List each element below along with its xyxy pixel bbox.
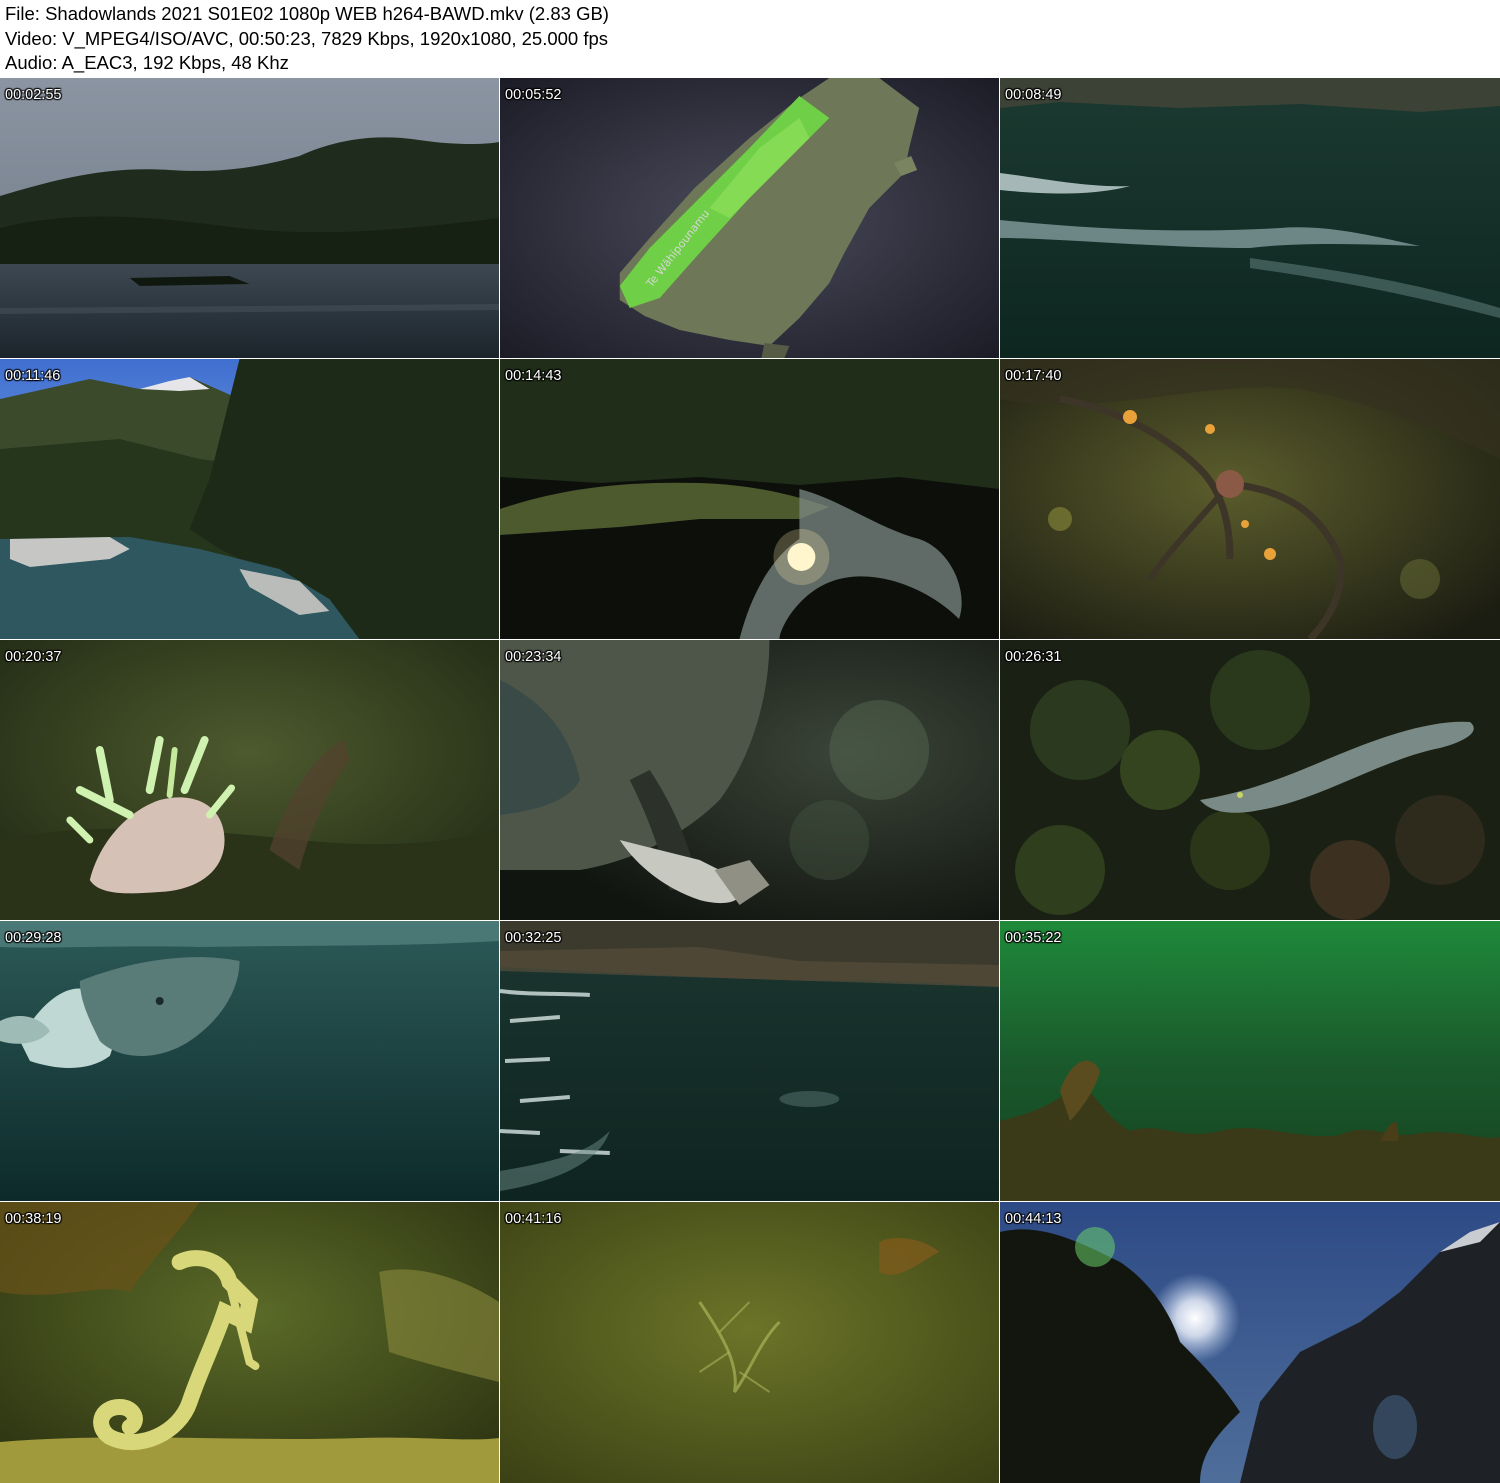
- scene-fiord-image: [0, 78, 499, 358]
- thumbnail-12: 00:35:22: [1000, 921, 1500, 1201]
- thumbnail-3: 00:08:49: [1000, 78, 1500, 358]
- thumbnail-11: 00:32:25: [500, 921, 999, 1201]
- thumbnail-grid: 00:02:55 Te Wāhipounamu 00:05:52 00:08:4…: [0, 78, 1500, 1483]
- timestamp-label: 00:17:40: [1005, 368, 1062, 384]
- timestamp-label: 00:41:16: [505, 1211, 562, 1227]
- scene-water-image: [1000, 78, 1500, 358]
- thumbnail-13: 00:38:19: [0, 1202, 499, 1483]
- scene-river-image: [0, 359, 499, 639]
- timestamp-label: 00:02:55: [5, 87, 62, 103]
- thumbnail-10: 00:29:28: [0, 921, 499, 1201]
- scene-bird-image: [500, 640, 999, 920]
- thumbnail-7: 00:20:37: [0, 640, 499, 920]
- thumbnail-4: 00:11:46: [0, 359, 499, 639]
- thumbnail-1: 00:02:55: [0, 78, 499, 358]
- audio-info-line: Audio: A_EAC3, 192 Kbps, 48 Khz: [5, 52, 289, 73]
- timestamp-label: 00:20:37: [5, 649, 62, 665]
- thumbnail-5: 00:14:43: [500, 359, 999, 639]
- thumbnail-9: 00:26:31: [1000, 640, 1500, 920]
- thumbnail-14: 00:41:16: [500, 1202, 999, 1483]
- scene-cliff-image: [500, 921, 999, 1201]
- timestamp-label: 00:44:13: [1005, 1211, 1062, 1227]
- scene-eel-image: [1000, 640, 1500, 920]
- timestamp-label: 00:08:49: [1005, 87, 1062, 103]
- timestamp-label: 00:38:19: [5, 1211, 62, 1227]
- thumbnail-8: 00:23:34: [500, 640, 999, 920]
- scene-sun-trees-image: [1000, 1202, 1500, 1483]
- scene-reef-image: [1000, 359, 1500, 639]
- scene-lake-image: [500, 359, 999, 639]
- file-name-line: File: Shadowlands 2021 S01E02 1080p WEB …: [5, 3, 609, 24]
- timestamp-label: 00:11:46: [5, 368, 61, 384]
- scene-murky-water-image: [500, 1202, 999, 1483]
- video-info-line: Video: V_MPEG4/ISO/AVC, 00:50:23, 7829 K…: [5, 27, 609, 49]
- thumbnail-15: 00:44:13: [1000, 1202, 1500, 1483]
- timestamp-label: 00:23:34: [505, 649, 562, 665]
- timestamp-label: 00:26:31: [1005, 649, 1062, 665]
- timestamp-label: 00:29:28: [5, 930, 62, 946]
- timestamp-label: 00:14:43: [505, 368, 562, 384]
- scene-seahorse-image: [0, 1202, 499, 1483]
- thumbnail-6: 00:17:40: [1000, 359, 1500, 639]
- scene-sea-slug-image: [0, 640, 499, 920]
- file-info-header: File: Shadowlands 2021 S01E02 1080p WEB …: [0, 0, 1500, 78]
- timestamp-label: 00:32:25: [505, 930, 562, 946]
- timestamp-label: 00:35:22: [1005, 930, 1062, 946]
- scene-kelp-image: [1000, 921, 1500, 1201]
- scene-dolphins-image: [0, 921, 499, 1201]
- scene-map-image: Te Wāhipounamu: [500, 78, 999, 358]
- thumbnail-2: Te Wāhipounamu 00:05:52: [500, 78, 999, 358]
- timestamp-label: 00:05:52: [505, 87, 562, 103]
